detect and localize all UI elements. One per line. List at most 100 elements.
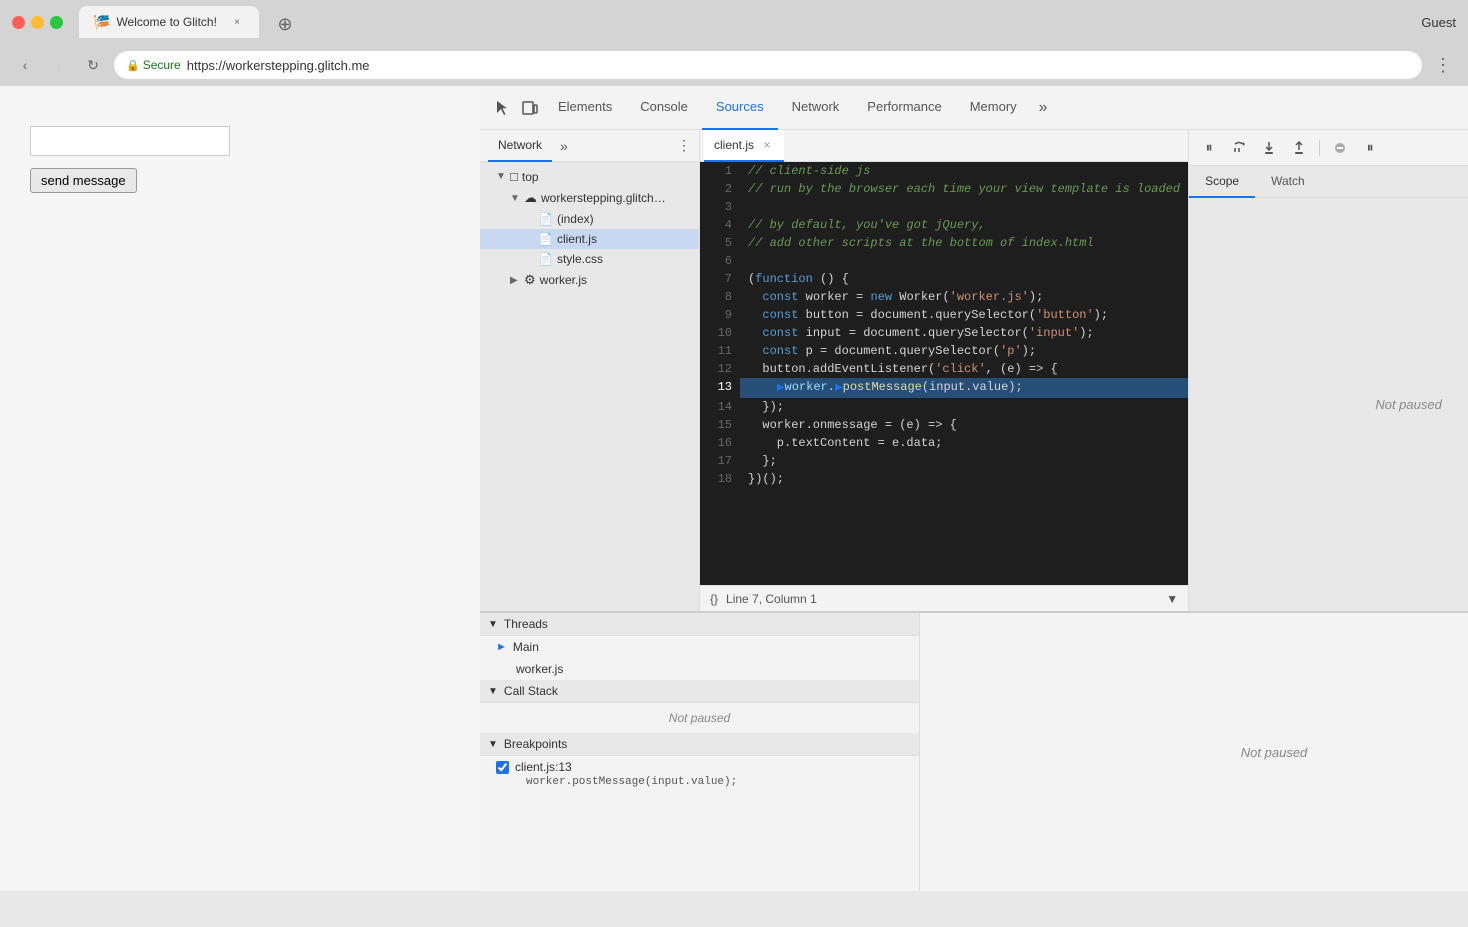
code-status-text: Line 7, Column 1 [726, 592, 817, 606]
tab-title: Welcome to Glitch! [116, 15, 216, 29]
tab-performance[interactable]: Performance [853, 86, 955, 130]
scope-tab-scope[interactable]: Scope [1189, 166, 1255, 198]
code-panel: client.js × 1 // client-side js 2 // run… [700, 130, 1188, 611]
cloud-icon: ☁ [524, 190, 537, 206]
pause-button[interactable]: ⏸ [1197, 136, 1221, 160]
devtools-panel: Elements Console Sources Network Perform… [480, 86, 1468, 891]
reload-button[interactable]: ↻ [80, 52, 106, 78]
file-tab-network[interactable]: Network [488, 130, 552, 162]
scope-content: Not paused [1189, 198, 1468, 611]
code-line-15: 15 worker.onmessage = (e) => { [700, 416, 1188, 434]
callstack-section-header[interactable]: ▼ Call Stack [480, 680, 919, 703]
more-tabs-button[interactable]: » [1031, 86, 1056, 130]
thread-main[interactable]: ► Main [480, 636, 919, 658]
close-button[interactable] [12, 16, 25, 29]
secure-text: Secure [143, 58, 181, 72]
file-tab-menu-button[interactable]: ⋮ [677, 137, 691, 154]
tree-arrow-worker: ▶ [510, 275, 520, 286]
code-line-4: 4 // by default, you've got jQuery, [700, 216, 1188, 234]
code-line-3: 3 [700, 198, 1188, 216]
breakpoints-arrow: ▼ [488, 739, 498, 750]
traffic-lights [12, 16, 63, 29]
maximize-button[interactable] [50, 16, 63, 29]
tree-item-style-css[interactable]: 📄 style.css [480, 249, 699, 269]
send-message-button[interactable]: send message [30, 168, 137, 193]
code-tab-close-button[interactable]: × [760, 138, 774, 152]
format-down-icon[interactable]: ▼ [1166, 592, 1178, 606]
tab-network[interactable]: Network [778, 86, 854, 130]
tree-item-client-js[interactable]: 📄 client.js [480, 229, 699, 249]
address-bar: ‹ › ↻ 🔒 Secure https://workerstepping.gl… [0, 44, 1468, 86]
scope-panel: ⏸ ⏸ [1188, 130, 1468, 611]
folder-icon: □ [510, 169, 518, 184]
tab-elements[interactable]: Elements [544, 86, 626, 130]
step-over-button[interactable] [1227, 136, 1251, 160]
callstack-label: Call Stack [504, 684, 558, 698]
step-out-button[interactable] [1287, 136, 1311, 160]
tree-item-origin[interactable]: ▼ ☁ workerstepping.glitch… [480, 187, 699, 209]
scope-tab-watch[interactable]: Watch [1255, 166, 1321, 198]
device-toolbar-button[interactable] [516, 94, 544, 122]
browser-tab[interactable]: 🎏 Welcome to Glitch! × [79, 6, 259, 38]
url-bar[interactable]: 🔒 Secure https://workerstepping.glitch.m… [114, 51, 1422, 79]
inspect-element-button[interactable] [488, 94, 516, 122]
thread-main-label: Main [513, 640, 539, 654]
browser-menu-button[interactable]: ⋮ [1430, 52, 1456, 78]
scope-bottom-not-paused: Not paused [1241, 745, 1308, 760]
step-into-button[interactable] [1257, 136, 1281, 160]
secure-badge: 🔒 Secure [126, 58, 181, 72]
tab-console[interactable]: Console [626, 86, 702, 130]
code-status-bar: {} Line 7, Column 1 ▼ [700, 585, 1188, 611]
new-tab-button[interactable]: ⊕ [271, 10, 299, 38]
threads-panel: ▼ Threads ► Main worker.js ▼ Call Sta [480, 613, 920, 891]
tree-label-index: (index) [557, 212, 594, 226]
tree-label-style-css: style.css [557, 252, 603, 266]
callstack-arrow: ▼ [488, 686, 498, 697]
code-line-6: 6 [700, 252, 1188, 270]
code-line-14: 14 }); [700, 398, 1188, 416]
tab-sources[interactable]: Sources [702, 86, 778, 130]
code-line-16: 16 p.textContent = e.data; [700, 434, 1188, 452]
devtools-main: Network » ⋮ ▼ □ top ▼ ☁ [480, 130, 1468, 611]
tree-label-worker-js: worker.js [540, 273, 587, 287]
file-tree: ▼ □ top ▼ ☁ workerstepping.glitch… 📄 [480, 162, 699, 611]
scope-tabs: Scope Watch [1189, 166, 1468, 198]
message-input[interactable] [30, 126, 230, 156]
file-tab-more-button[interactable]: » [560, 138, 568, 154]
page-content: send message [0, 86, 480, 891]
code-line-12: 12 button.addEventListener('click', (e) … [700, 360, 1188, 378]
thread-worker[interactable]: worker.js [480, 658, 919, 680]
tree-item-index[interactable]: 📄 (index) [480, 209, 699, 229]
tree-item-worker-js[interactable]: ▶ ⚙ worker.js [480, 269, 699, 291]
code-line-11: 11 const p = document.querySelector('p')… [700, 342, 1188, 360]
code-editor[interactable]: 1 // client-side js 2 // run by the brow… [700, 162, 1188, 585]
tab-memory[interactable]: Memory [956, 86, 1031, 130]
breakpoint-file-label: client.js:13 [515, 760, 572, 774]
minimize-button[interactable] [31, 16, 44, 29]
url-text: https://workerstepping.glitch.me [187, 58, 370, 73]
deactivate-breakpoints-button[interactable] [1328, 136, 1352, 160]
breakpoint-item-client13: client.js:13 worker.postMessage(input.va… [480, 756, 919, 796]
tab-favicon: 🎏 [93, 14, 110, 31]
tab-close-button[interactable]: × [229, 14, 245, 30]
code-line-18: 18 })(); [700, 470, 1188, 488]
threads-label: Threads [504, 617, 548, 631]
code-line-9: 9 const button = document.querySelector(… [700, 306, 1188, 324]
tree-arrow-top: ▼ [496, 171, 506, 182]
forward-button[interactable]: › [46, 52, 72, 78]
code-line-7: 7 (function () { [700, 270, 1188, 288]
guest-label: Guest [1421, 15, 1456, 30]
pause-on-exceptions-button[interactable]: ⏸ [1358, 136, 1382, 160]
file-panel-header: Network » ⋮ [480, 130, 699, 162]
code-tab-client-js[interactable]: client.js × [704, 130, 784, 162]
breakpoint-checkbox[interactable] [496, 761, 509, 774]
code-footer-curly: {} [710, 592, 718, 606]
breakpoint-label: client.js:13 [496, 760, 903, 774]
code-tab-filename: client.js [714, 138, 754, 152]
tree-item-top[interactable]: ▼ □ top [480, 166, 699, 187]
breakpoints-section-header[interactable]: ▼ Breakpoints [480, 733, 919, 756]
threads-section-header[interactable]: ▼ Threads [480, 613, 919, 636]
debugger-bottom: ▼ Threads ► Main worker.js ▼ Call Sta [480, 611, 1468, 891]
back-button[interactable]: ‹ [12, 52, 38, 78]
file-panel: Network » ⋮ ▼ □ top ▼ ☁ [480, 130, 700, 611]
